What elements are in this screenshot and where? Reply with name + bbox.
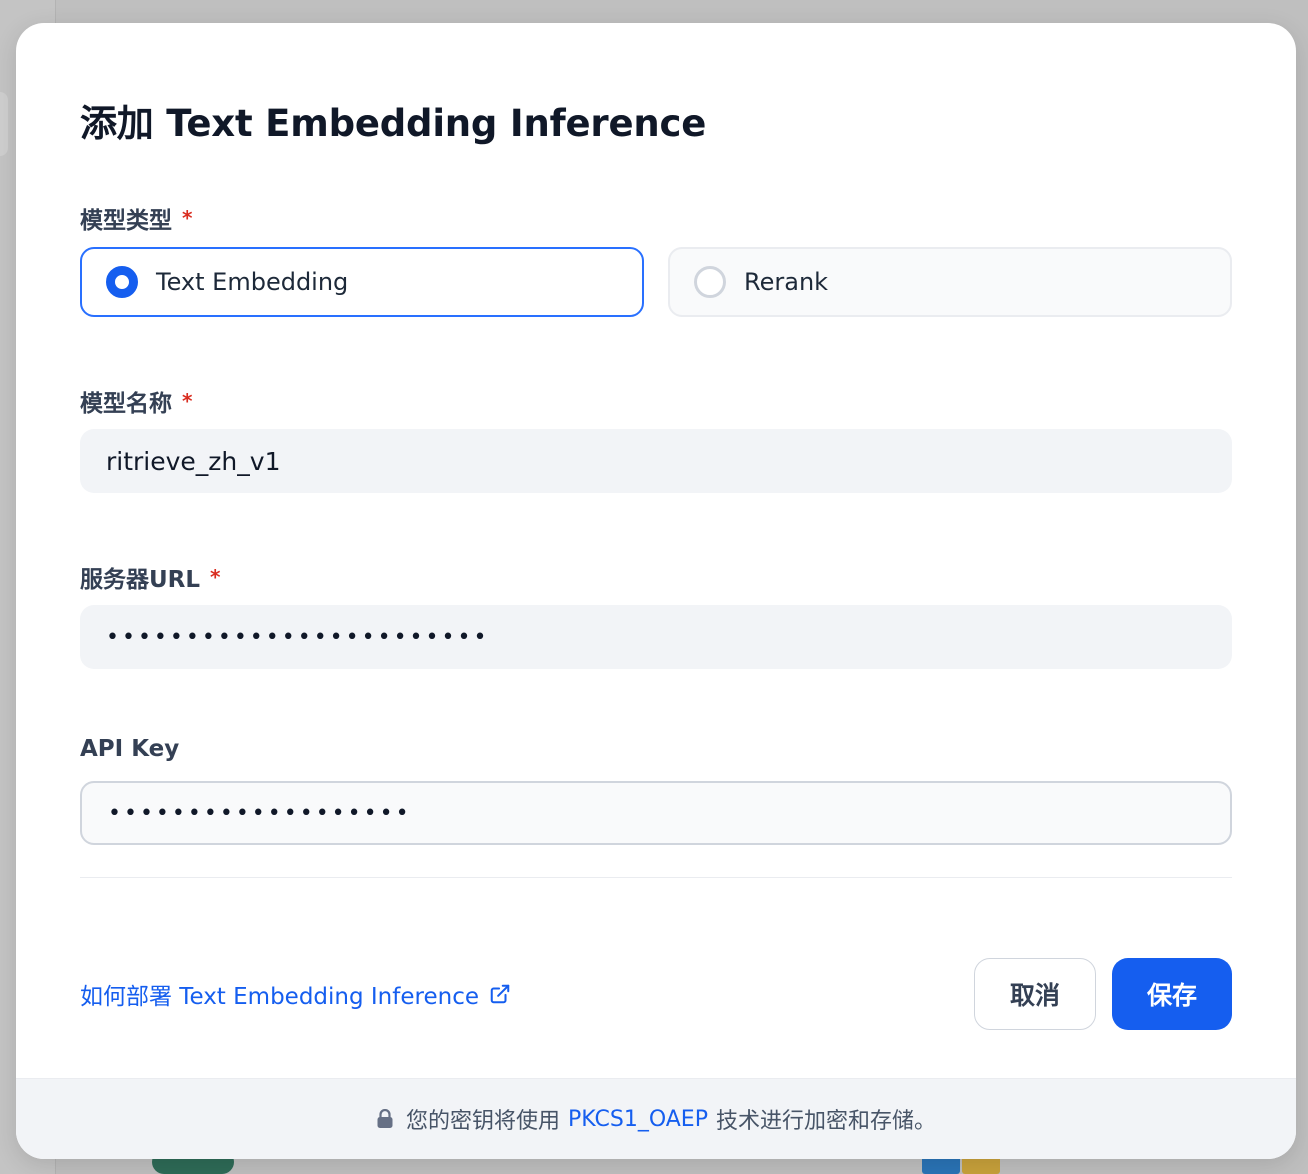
option-label: Text Embedding: [156, 268, 349, 296]
model-type-label: 模型类型 *: [80, 201, 192, 235]
encryption-footer: 您的密钥将使用 PKCS1_OAEP 技术进行加密和存储。: [16, 1078, 1296, 1159]
required-mark: *: [210, 565, 221, 589]
divider: [80, 877, 1232, 878]
model-type-option-text-embedding[interactable]: Text Embedding: [80, 247, 644, 317]
model-type-option-rerank[interactable]: Rerank: [668, 247, 1232, 317]
api-key-label: API Key: [80, 736, 179, 762]
required-mark: *: [182, 389, 193, 413]
dialog-title: 添加 Text Embedding Inference: [80, 102, 707, 145]
footer-prefix: 您的密钥将使用: [406, 1109, 561, 1134]
option-label: Rerank: [744, 268, 829, 296]
radio-unchecked-icon: [694, 266, 726, 298]
cancel-button[interactable]: 取消: [974, 958, 1096, 1030]
footer-suffix: 技术进行加密和存储。: [715, 1109, 936, 1134]
model-name-input[interactable]: [80, 429, 1232, 493]
model-name-label-text: 模型名称: [80, 391, 172, 417]
external-link-icon: [490, 984, 510, 1004]
radio-checked-icon: [106, 266, 138, 298]
add-model-dialog: 添加 Text Embedding Inference 模型类型 * Text …: [16, 23, 1296, 1159]
api-key-input[interactable]: [80, 781, 1232, 845]
server-url-input[interactable]: [80, 605, 1232, 669]
server-url-label-text: 服务器URL: [80, 567, 201, 593]
save-button[interactable]: 保存: [1112, 958, 1232, 1030]
model-name-label: 模型名称 *: [80, 384, 192, 418]
deploy-help-link[interactable]: 如何部署 Text Embedding Inference: [80, 977, 511, 1011]
lock-icon: [377, 1109, 393, 1128]
server-url-label: 服务器URL *: [80, 560, 221, 594]
required-mark: *: [182, 206, 193, 230]
footer-algorithm: PKCS1_OAEP: [568, 1106, 708, 1132]
backdrop-tab: [0, 92, 8, 156]
api-key-label-text: API Key: [80, 736, 180, 762]
help-link-text: 如何部署 Text Embedding Inference: [80, 984, 479, 1010]
model-type-label-text: 模型类型: [80, 208, 172, 234]
